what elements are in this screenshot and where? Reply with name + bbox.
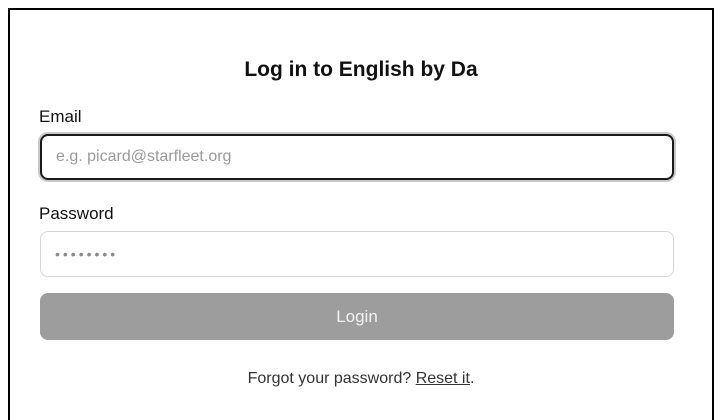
email-label: Email [39,107,82,126]
reset-password-link[interactable]: Reset it [416,370,470,387]
forgot-password-text: Forgot your password? [247,370,416,387]
password-label: Password [39,204,114,223]
login-button[interactable]: Login [40,293,674,340]
email-field[interactable] [40,134,674,180]
forgot-suffix: . [469,370,475,387]
password-field[interactable] [40,231,674,277]
page-title: Log in to English by Da [244,58,478,81]
forgot-password-line: Forgot your password? Reset it. [10,369,712,389]
login-panel: Log in to English by Da Email Password L… [8,8,714,420]
